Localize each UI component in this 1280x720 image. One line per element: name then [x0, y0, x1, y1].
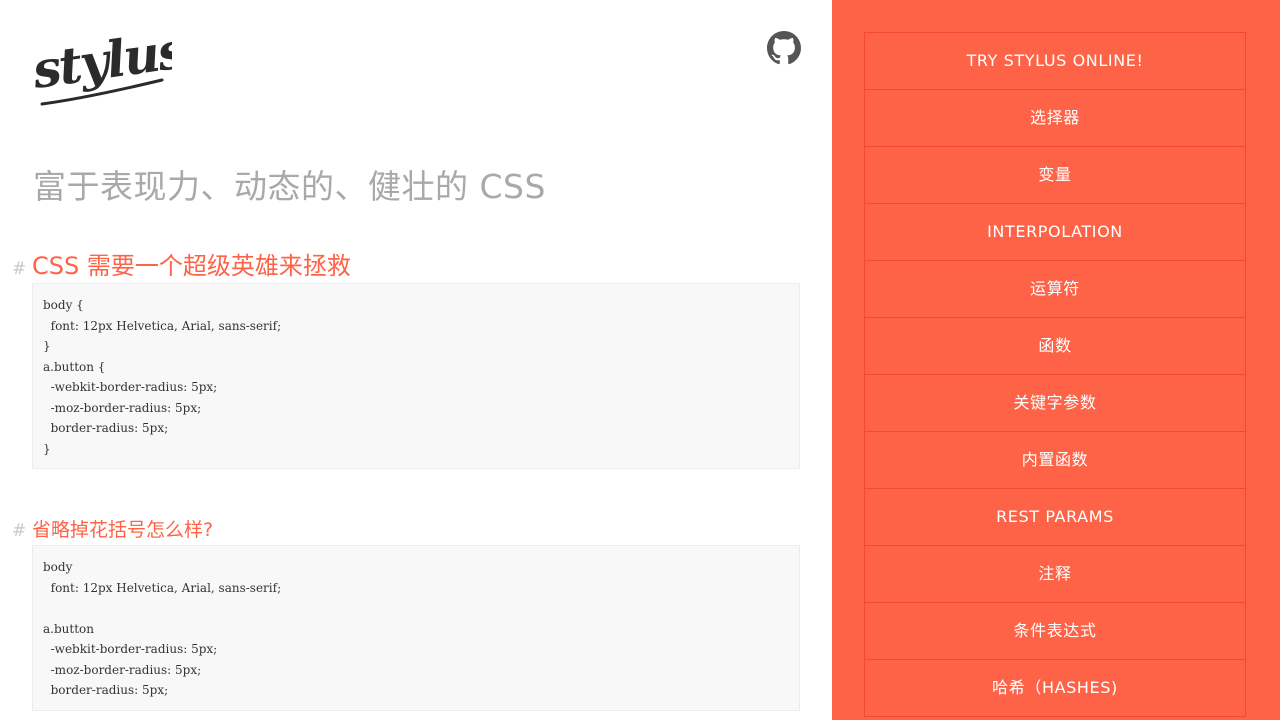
nav-item-operators[interactable]: 运算符: [864, 261, 1246, 318]
section-title: CSS 需要一个超级英雄来拯救: [32, 252, 351, 280]
nav-menu: TRY STYLUS ONLINE! 选择器 变量 INTERPOLATION …: [864, 32, 1246, 717]
nav-item-rest-params[interactable]: REST PARAMS: [864, 489, 1246, 546]
section-anchor-link[interactable]: #: [12, 521, 32, 541]
stylus-logo[interactable]: stylus: [32, 28, 172, 118]
nav-item-hashes[interactable]: 哈希（HASHES): [864, 660, 1246, 717]
page-tagline: 富于表现力、动态的、健壮的 CSS: [33, 167, 546, 206]
sidebar-nav: TRY STYLUS ONLINE! 选择器 变量 INTERPOLATION …: [832, 0, 1280, 720]
section-anchor-link[interactable]: #: [12, 259, 32, 279]
nav-item-selectors[interactable]: 选择器: [864, 90, 1246, 147]
section-title: 省略掉花括号怎么样?: [32, 519, 214, 541]
nav-item-functions[interactable]: 函数: [864, 318, 1246, 375]
logo-text: stylus: [32, 28, 172, 100]
nav-item-builtin-functions[interactable]: 内置函数: [864, 432, 1246, 489]
nav-item-comments[interactable]: 注释: [864, 546, 1246, 603]
code-block-stylus: body font: 12px Helvetica, Arial, sans-s…: [32, 545, 800, 711]
nav-item-variables[interactable]: 变量: [864, 147, 1246, 204]
nav-item-try-online[interactable]: TRY STYLUS ONLINE!: [864, 33, 1246, 90]
stylus-logo-mark: stylus: [32, 28, 172, 106]
nav-item-interpolation[interactable]: INTERPOLATION: [864, 204, 1246, 261]
section-heading-omit-braces: # 省略掉花括号怎么样?: [12, 514, 213, 542]
code-block-css: body { font: 12px Helvetica, Arial, sans…: [32, 283, 800, 469]
github-icon[interactable]: [767, 31, 801, 65]
nav-item-conditionals[interactable]: 条件表达式: [864, 603, 1246, 660]
github-octocat-icon: [767, 31, 801, 65]
nav-item-keyword-arguments[interactable]: 关键字参数: [864, 375, 1246, 432]
main-content: stylus 富于表现力、动态的、健壮的 CSS # CSS 需要一个超级英雄来拯…: [0, 0, 832, 720]
section-heading-superhero: # CSS 需要一个超级英雄来拯救: [12, 246, 351, 281]
